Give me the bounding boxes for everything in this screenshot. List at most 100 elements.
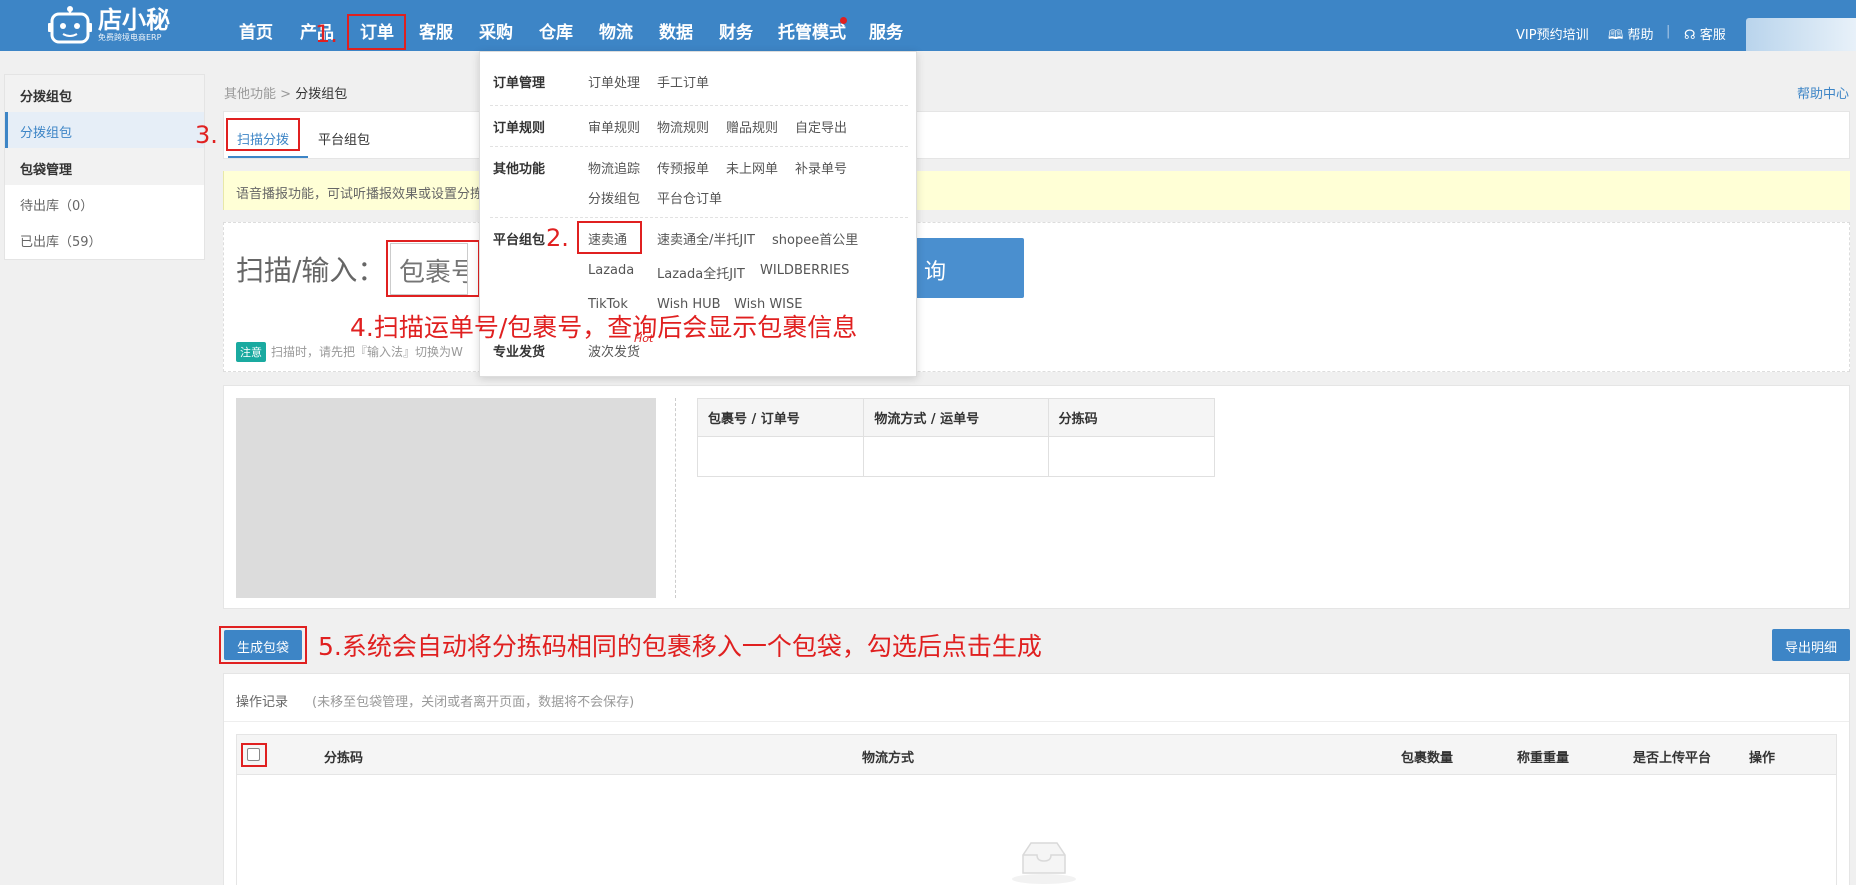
table-row	[696, 436, 1216, 477]
dd-link-gift-rule[interactable]: 赠品规则	[726, 117, 778, 136]
annotation-1: 1.	[315, 20, 338, 48]
nav-logistics[interactable]: 物流	[599, 18, 633, 43]
breadcrumb-current: 分拨组包	[295, 87, 348, 102]
tab-platform-pack[interactable]: 平台组包	[318, 129, 370, 148]
dd-link-logistics-rule[interactable]: 物流规则	[657, 117, 709, 136]
dd-link-sort-pack[interactable]: 分拨组包	[588, 188, 640, 207]
nav-purchase[interactable]: 采购	[479, 18, 513, 43]
attention-badge: 注意	[236, 342, 266, 362]
voice-notice-bar: 语音播报功能，可试听播报效果或设置分拣	[223, 171, 1850, 210]
sidebar-item-shipped[interactable]: 已出库（59）	[5, 221, 204, 257]
user-account-box[interactable]	[1746, 18, 1856, 51]
col-actions: 操作	[1749, 751, 1776, 766]
dd-link-audit-rule[interactable]: 审单规则	[588, 117, 640, 136]
operation-log-title: 操作记录	[236, 695, 289, 710]
panel-divider	[675, 398, 676, 598]
annotation-4: 4.扫描运单号/包裹号，查询后会显示包裹信息	[350, 313, 858, 342]
customer-service-label: 客服	[1699, 28, 1726, 43]
nav-divider: |	[1666, 24, 1671, 39]
dd-link-not-online[interactable]: 未上网单	[726, 158, 778, 177]
col-logistics-tracking: 物流方式 / 运单号	[863, 398, 1049, 437]
dd-link-shopee-first-mile[interactable]: shopee首公里	[772, 229, 858, 248]
package-image-placeholder	[236, 398, 656, 598]
headset-icon: ☊	[1684, 28, 1696, 43]
robot-logo-icon	[48, 6, 92, 44]
help-center-link[interactable]: 帮助中心	[1797, 83, 1849, 102]
nav-finance[interactable]: 财务	[719, 18, 753, 43]
help-label: 帮助	[1627, 28, 1654, 43]
help-link[interactable]: 🕮 帮助	[1608, 24, 1653, 48]
operation-log-panel: 操作记录 (未移至包袋管理，关闭或者离开页面，数据将不会保存) 分拣码 物流方式…	[223, 673, 1850, 885]
dd-link-tracking[interactable]: 物流追踪	[588, 158, 640, 177]
query-button[interactable]: 询	[904, 238, 1024, 298]
sidebar-group-bag-mgmt: 包袋管理	[5, 148, 204, 185]
sidebar-group-sort-pack: 分拨组包	[5, 75, 204, 112]
empty-box-icon	[1012, 842, 1076, 884]
active-tab-indicator	[228, 156, 308, 158]
book-icon: 🕮	[1608, 28, 1624, 43]
col-package-order: 包裹号 / 订单号	[696, 398, 865, 437]
col-logistics: 物流方式	[862, 751, 915, 766]
annotation-5: 5.系统会自动将分拣码相同的包裹移入一个包袋，勾选后点击生成	[318, 632, 1042, 661]
dd-link-platform-warehouse[interactable]: 平台仓订单	[657, 188, 722, 207]
dd-cat-platform-pack: 平台组包	[493, 233, 546, 248]
package-info-panel: 包裹号 / 订单号 物流方式 / 运单号 分拣码	[223, 385, 1850, 609]
package-table: 包裹号 / 订单号 物流方式 / 运单号 分拣码	[696, 398, 1216, 477]
top-nav-bar: 店小秘 免费跨境电商ERP 首页 产品 订单 客服 采购 仓库 物流 数据 财务…	[0, 0, 1856, 51]
bag-table-header: 分拣码 物流方式 包裹数量 称重重量 是否上传平台 操作	[237, 735, 1836, 775]
tab-bar: 扫描分拨 平台组包	[223, 111, 1850, 159]
vip-training-link[interactable]: VIP预约培训	[1516, 24, 1589, 43]
annotation-box-aliexpress	[577, 221, 642, 254]
col-sort-code: 分拣码	[324, 751, 364, 766]
col-weight: 称重重量	[1517, 751, 1570, 766]
export-detail-button[interactable]: 导出明细	[1772, 629, 1850, 661]
dd-link-aliexpress-jit[interactable]: 速卖通全/半托JIT	[657, 229, 755, 248]
breadcrumb-separator: >	[280, 87, 292, 102]
breadcrumb-parent[interactable]: 其他功能	[224, 87, 276, 102]
annotation-2: 2.	[546, 224, 569, 252]
sidebar-item-sort-pack[interactable]: 分拨组包	[5, 112, 204, 148]
col-sort-code: 分拣码	[1047, 398, 1216, 437]
breadcrumb: 其他功能 > 分拨组包	[224, 83, 347, 102]
bag-table: 分拣码 物流方式 包裹数量 称重重量 是否上传平台 操作	[236, 734, 1837, 885]
dd-link-lazada[interactable]: Lazada	[588, 263, 634, 278]
dd-link-custom-export[interactable]: 自定导出	[795, 117, 847, 136]
dd-link-manual-order[interactable]: 手工订单	[657, 72, 709, 91]
customer-service-link[interactable]: ☊ 客服	[1684, 24, 1726, 43]
brand-name: 店小秘	[98, 6, 170, 34]
annotation-3: 3.	[195, 121, 218, 149]
operation-log-note: (未移至包袋管理，关闭或者离开页面，数据将不会保存)	[312, 695, 635, 710]
dd-link-supplement[interactable]: 补录单号	[795, 158, 847, 177]
dd-link-lazada-jit[interactable]: Lazada全托JIT	[657, 263, 745, 282]
nav-managed-mode[interactable]: 托管模式	[778, 18, 846, 43]
col-package-count: 包裹数量	[1401, 751, 1454, 766]
nav-warehouse[interactable]: 仓库	[539, 18, 573, 43]
attention-text: 扫描时，请先把『输入法』切换为W	[271, 345, 463, 359]
dd-link-order-process[interactable]: 订单处理	[588, 72, 640, 91]
dd-cat-other: 其他功能	[493, 162, 546, 177]
dd-cat-order-mgmt: 订单管理	[493, 76, 546, 91]
sidebar: 分拨组包 分拨组包 包袋管理 待出库（0） 已出库（59）	[4, 74, 205, 260]
divider	[490, 217, 908, 218]
divider	[490, 105, 908, 106]
dd-cat-order-rules: 订单规则	[493, 121, 546, 136]
sidebar-item-pending[interactable]: 待出库（0）	[5, 185, 204, 221]
nav-customer-service[interactable]: 客服	[419, 18, 453, 43]
annotation-box-scan-tab	[226, 118, 300, 151]
nav-home[interactable]: 首页	[239, 18, 273, 43]
dd-link-forecast[interactable]: 传预报单	[657, 158, 709, 177]
annotation-box-generate	[219, 626, 307, 664]
annotation-box-checkbox	[241, 743, 267, 767]
col-uploaded: 是否上传平台	[1633, 751, 1712, 766]
notification-dot	[840, 17, 847, 24]
dd-link-wildberries[interactable]: WILDBERRIES	[760, 263, 849, 278]
brand-tagline: 免费跨境电商ERP	[98, 33, 162, 42]
nav-data[interactable]: 数据	[659, 18, 693, 43]
logo[interactable]: 店小秘 免费跨境电商ERP	[48, 2, 170, 48]
divider	[224, 721, 1849, 722]
nav-service[interactable]: 服务	[869, 18, 903, 43]
divider	[490, 146, 908, 147]
scan-label: 扫描/输入：	[236, 254, 386, 287]
annotation-box-scan-input	[386, 240, 480, 297]
annotation-box-order	[347, 14, 406, 50]
